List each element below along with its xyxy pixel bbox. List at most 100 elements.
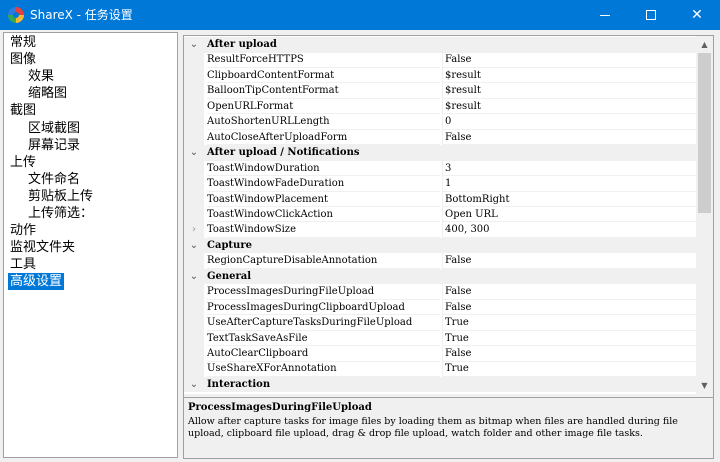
property-row[interactable]: BalloonTipContentFormat $result <box>184 83 696 99</box>
property-value[interactable]: $result <box>442 67 696 84</box>
property-name: ToastWindowFadeDuration <box>207 176 440 192</box>
property-row[interactable]: ProcessImagesDuringClipboardUpload False <box>184 299 696 316</box>
property-value[interactable]: False <box>442 346 696 362</box>
property-row[interactable]: AutoClearClipboard False <box>184 346 696 362</box>
property-value[interactable]: True <box>442 315 696 331</box>
property-grid-scrollbar[interactable]: ▲ ▼ <box>696 36 713 394</box>
property-row[interactable]: › ToastWindowSize 400, 300 <box>184 222 696 238</box>
property-row[interactable]: ToastWindowFadeDuration 1 <box>184 176 696 192</box>
category-name: After upload <box>207 39 277 50</box>
property-value[interactable]: True <box>442 361 696 377</box>
scroll-down-arrow-icon[interactable]: ▼ <box>696 377 713 394</box>
property-row[interactable]: ResultForceHTTPS False <box>184 52 696 68</box>
property-category-row[interactable]: ⌄ After upload <box>184 37 696 53</box>
nav-item[interactable]: 效果 <box>4 68 177 85</box>
nav-item-label: 上传 <box>10 154 37 170</box>
description-title: ProcessImagesDuringFileUpload <box>188 402 372 413</box>
property-row[interactable]: ToastWindowDuration 3 <box>184 160 696 177</box>
property-value[interactable]: 3 <box>442 160 696 177</box>
property-row[interactable]: AutoCloseAfterUploadForm False <box>184 129 696 146</box>
collapse-chevron-icon[interactable]: ⌄ <box>188 238 200 253</box>
property-row-gutter <box>184 346 204 362</box>
collapse-chevron-icon[interactable]: ⌄ <box>188 145 200 160</box>
nav-item[interactable]: 剪贴板上传 <box>4 188 177 205</box>
nav-item-label: 上传筛选： <box>28 206 94 221</box>
property-name: ToastWindowClickAction <box>207 207 440 223</box>
property-value[interactable]: False <box>442 284 696 300</box>
scroll-up-arrow-icon[interactable]: ▲ <box>696 36 713 53</box>
settings-nav-tree[interactable]: 常规图像 效果 缩略图 截图 区域截图 屏幕记录 上传 文件命名 剪贴板上传 上传筛选： 动作 监视文… <box>3 32 178 458</box>
collapse-chevron-icon[interactable]: ⌄ <box>188 37 200 52</box>
property-value[interactable]: 400, 300 <box>442 222 696 238</box>
property-value[interactable]: False <box>442 299 696 316</box>
category-name: General <box>207 270 252 282</box>
nav-item[interactable]: 工具 <box>4 256 177 273</box>
property-row[interactable]: UseShareXForAnnotation True <box>184 361 696 377</box>
property-category-row[interactable]: ⌄ After upload / Notifications <box>184 145 696 161</box>
property-value[interactable]: $result <box>442 98 696 115</box>
property-row-gutter <box>184 83 204 99</box>
property-row[interactable]: RegionCaptureDisableAnnotation False <box>184 253 696 269</box>
property-row[interactable]: UseAfterCaptureTasksDuringFileUpload True <box>184 315 696 331</box>
nav-item[interactable]: 图像 <box>4 51 177 68</box>
property-row-gutter <box>184 330 204 347</box>
property-row-gutter <box>184 299 204 316</box>
nav-item[interactable]: 监视文件夹 <box>4 239 177 256</box>
property-value[interactable]: True <box>442 330 696 347</box>
nav-item[interactable]: 缩略图 <box>4 85 177 102</box>
property-row[interactable]: ClipboardContentFormat $result <box>184 67 696 84</box>
property-name: UseAfterCaptureTasksDuringFileUpload <box>207 315 440 331</box>
description-text: Allow after capture tasks for image file… <box>188 416 678 439</box>
property-value[interactable]: Open URL <box>442 206 696 223</box>
nav-item-label: 常规 <box>10 35 37 50</box>
nav-item[interactable]: 截图 <box>4 102 177 119</box>
property-name: OpenURLFormat <box>207 99 440 115</box>
sharex-app-icon <box>8 7 24 23</box>
nav-item[interactable]: 屏幕记录 <box>4 137 177 154</box>
expand-arrow-icon[interactable]: › <box>188 222 200 237</box>
property-row-gutter <box>184 176 204 192</box>
property-row-gutter <box>184 114 204 130</box>
property-row-gutter <box>184 160 204 177</box>
property-value[interactable]: BottomRight <box>442 191 696 207</box>
nav-item-label: 图像 <box>10 52 37 68</box>
property-name: BalloonTipContentFormat <box>207 83 440 99</box>
property-row-gutter <box>184 361 204 377</box>
nav-item[interactable]: 上传 <box>4 154 177 171</box>
maximize-button[interactable] <box>628 0 674 30</box>
property-category-row[interactable]: ⌄ Capture <box>184 237 696 254</box>
nav-item-label: 缩略图 <box>28 86 68 102</box>
collapse-chevron-icon[interactable]: ⌄ <box>188 377 200 392</box>
nav-item-label: 工具 <box>10 257 37 273</box>
property-row[interactable]: ProcessImagesDuringFileUpload False <box>184 284 696 300</box>
property-row[interactable]: AutoShortenURLLength 0 <box>184 114 696 130</box>
property-value[interactable]: False <box>442 129 696 146</box>
property-category-row[interactable]: ⌄ General <box>184 268 696 285</box>
property-value[interactable]: False <box>442 52 696 68</box>
property-row-gutter <box>184 129 204 146</box>
scrollbar-thumb[interactable] <box>698 53 711 213</box>
property-row[interactable]: OpenURLFormat $result <box>184 98 696 115</box>
nav-item-label: 监视文件夹 <box>10 240 76 256</box>
property-name: AutoShortenURLLength <box>207 114 440 130</box>
minimize-button[interactable] <box>582 0 628 30</box>
nav-item[interactable]: 上传筛选： <box>4 205 177 222</box>
property-value[interactable]: 0 <box>442 114 696 130</box>
property-category-row[interactable]: ⌄ Interaction <box>184 376 696 393</box>
property-row[interactable]: TextTaskSaveAsFile True <box>184 330 696 347</box>
property-grid-rows: ⌄ After upload ResultForceHTTPS False Clipbo… <box>184 36 696 394</box>
property-value[interactable]: $result <box>442 83 696 99</box>
nav-item[interactable]: 文件命名 <box>4 171 177 188</box>
nav-item[interactable]: 区域截图 <box>4 120 177 137</box>
property-row[interactable]: ToastWindowClickAction Open URL <box>184 206 696 223</box>
close-button[interactable]: ✕ <box>674 0 720 30</box>
nav-item[interactable]: 高级设置 <box>4 273 177 291</box>
category-name: Capture <box>207 239 252 251</box>
property-value[interactable]: False <box>442 253 696 269</box>
property-value[interactable]: 1 <box>442 176 696 192</box>
collapse-chevron-icon[interactable]: ⌄ <box>188 269 200 284</box>
property-name: ClipboardContentFormat <box>207 68 440 84</box>
nav-item[interactable]: 常规 <box>4 34 177 51</box>
property-row[interactable]: ToastWindowPlacement BottomRight <box>184 191 696 207</box>
nav-item[interactable]: 动作 <box>4 222 177 239</box>
